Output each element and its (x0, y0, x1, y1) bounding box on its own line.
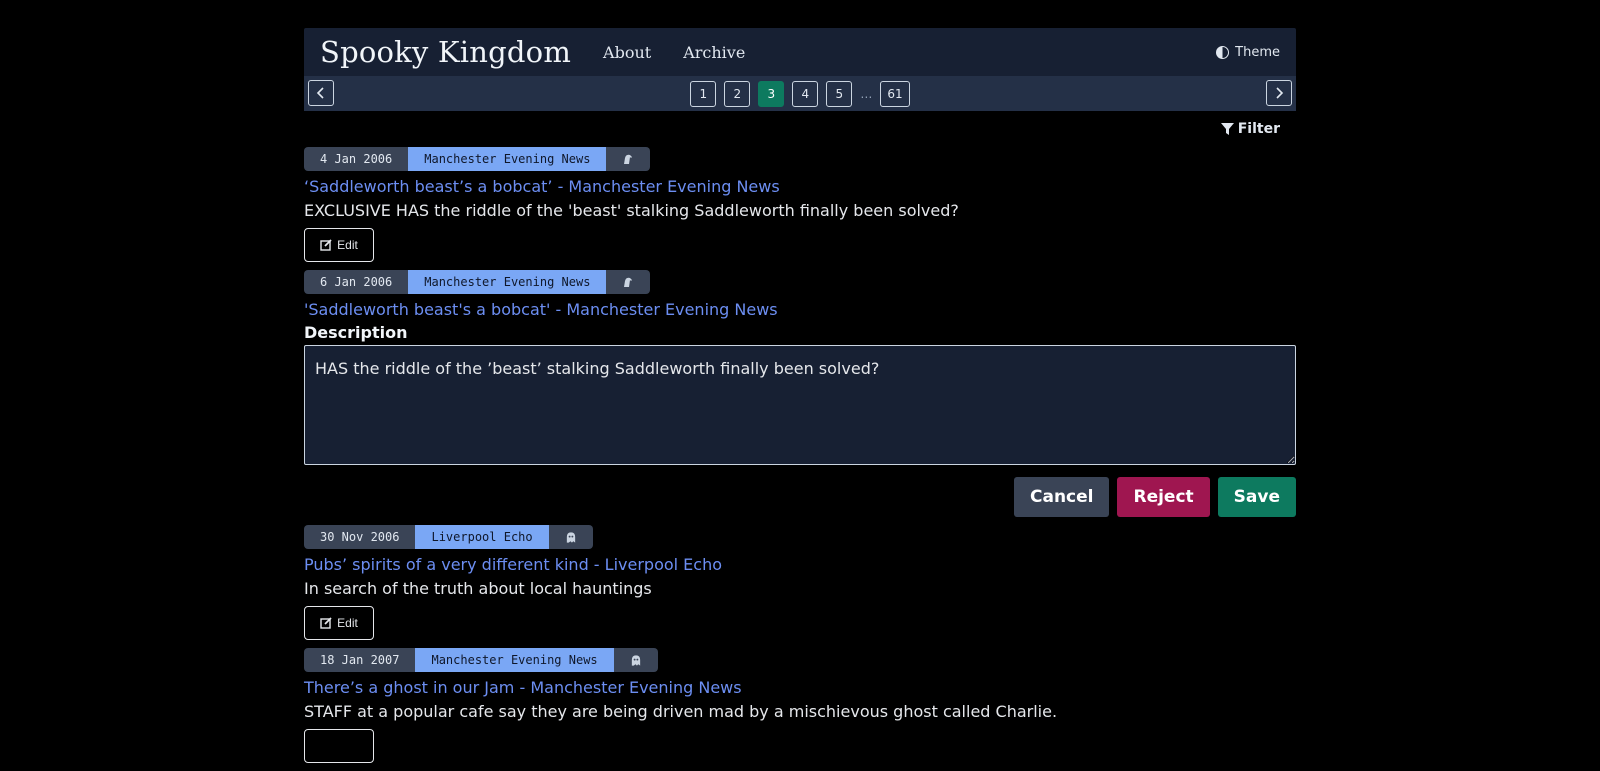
edit-label: Edit (337, 238, 358, 252)
list-item: 30 Nov 2006 Liverpool Echo Pubs’ spirits… (304, 525, 1296, 640)
previous-page-button[interactable] (308, 80, 334, 106)
edit-icon (320, 239, 332, 251)
item-description: In search of the truth about local haunt… (304, 579, 652, 598)
theme-label: Theme (1235, 44, 1280, 60)
item-title-link[interactable]: Pubs’ spirits of a very different kind -… (304, 555, 1296, 574)
nav-about[interactable]: About (603, 43, 651, 62)
theme-toggle[interactable]: Theme (1216, 45, 1280, 60)
item-source[interactable]: Manchester Evening News (408, 147, 607, 171)
page-1-button[interactable]: 1 (690, 80, 717, 107)
ghost-icon (548, 525, 593, 549)
edit-actions: Cancel Reject Save (304, 477, 1296, 517)
page-5-button[interactable]: 5 (826, 80, 853, 107)
chevron-right-icon (1276, 87, 1284, 99)
item-date: 18 Jan 2007 (304, 648, 416, 672)
page-2-button[interactable]: 2 (724, 80, 751, 107)
item-date: 30 Nov 2006 (304, 525, 416, 549)
description-textarea[interactable]: HAS the riddle of the ’beast’ stalking S… (304, 345, 1296, 465)
item-meta: 30 Nov 2006 Liverpool Echo (304, 525, 593, 549)
cancel-button[interactable]: Cancel (1014, 477, 1110, 517)
top-bar: Spooky Kingdom About Archive Theme (304, 28, 1296, 76)
contrast-icon (1216, 45, 1230, 59)
next-page-button[interactable] (1266, 80, 1292, 106)
edit-button[interactable]: Edit (304, 228, 374, 262)
list-item: 18 Jan 2007 Manchester Evening News Ther… (304, 648, 1296, 763)
item-title-link[interactable]: 'Saddleworth beast's a bobcat' - Manches… (304, 300, 1296, 319)
edit-button[interactable]: Edit (304, 606, 374, 640)
filter-button[interactable]: Filter (1220, 121, 1280, 137)
edit-icon (320, 617, 332, 629)
creature-icon (606, 147, 651, 171)
ghost-icon (613, 648, 658, 672)
page-last-button[interactable]: 61 (880, 80, 910, 107)
item-meta: 18 Jan 2007 Manchester Evening News (304, 648, 658, 672)
item-source[interactable]: Manchester Evening News (408, 270, 607, 294)
chevron-left-icon (316, 87, 324, 99)
list-item-editing: 6 Jan 2006 Manchester Evening News 'Sadd… (304, 270, 1296, 517)
item-description: EXCLUSIVE HAS the riddle of the 'beast' … (304, 201, 959, 220)
filter-row: Filter (304, 111, 1296, 147)
item-date: 4 Jan 2006 (304, 147, 409, 171)
edit-label: Edit (337, 616, 358, 630)
page-4-button[interactable]: 4 (792, 80, 819, 107)
item-title-link[interactable]: ‘Saddleworth beast’s a bobcat’ - Manches… (304, 177, 1296, 196)
item-source[interactable]: Manchester Evening News (415, 648, 614, 672)
item-description: STAFF at a popular cafe say they are bei… (304, 702, 1058, 721)
item-meta: 4 Jan 2006 Manchester Evening News (304, 147, 651, 171)
item-date: 6 Jan 2006 (304, 270, 409, 294)
funnel-icon (1220, 122, 1234, 135)
page-ellipsis: … (860, 86, 873, 101)
main-nav: About Archive (603, 43, 745, 62)
filter-label: Filter (1237, 121, 1280, 137)
pagination: 1 2 3 4 5 … 61 (304, 76, 1296, 111)
list-item: 4 Jan 2006 Manchester Evening News ‘Sadd… (304, 147, 1296, 262)
edit-button[interactable] (304, 729, 374, 763)
save-button[interactable]: Save (1217, 477, 1296, 517)
item-meta: 6 Jan 2006 Manchester Evening News (304, 270, 651, 294)
creature-icon (606, 270, 651, 294)
page-3-button[interactable]: 3 (758, 80, 785, 107)
description-label: Description (304, 323, 408, 342)
nav-archive[interactable]: Archive (683, 43, 745, 62)
item-title-link[interactable]: There’s a ghost in our Jam - Manchester … (304, 678, 1296, 697)
site-title[interactable]: Spooky Kingdom (320, 35, 571, 69)
reject-button[interactable]: Reject (1117, 477, 1210, 517)
item-source[interactable]: Liverpool Echo (415, 525, 549, 549)
